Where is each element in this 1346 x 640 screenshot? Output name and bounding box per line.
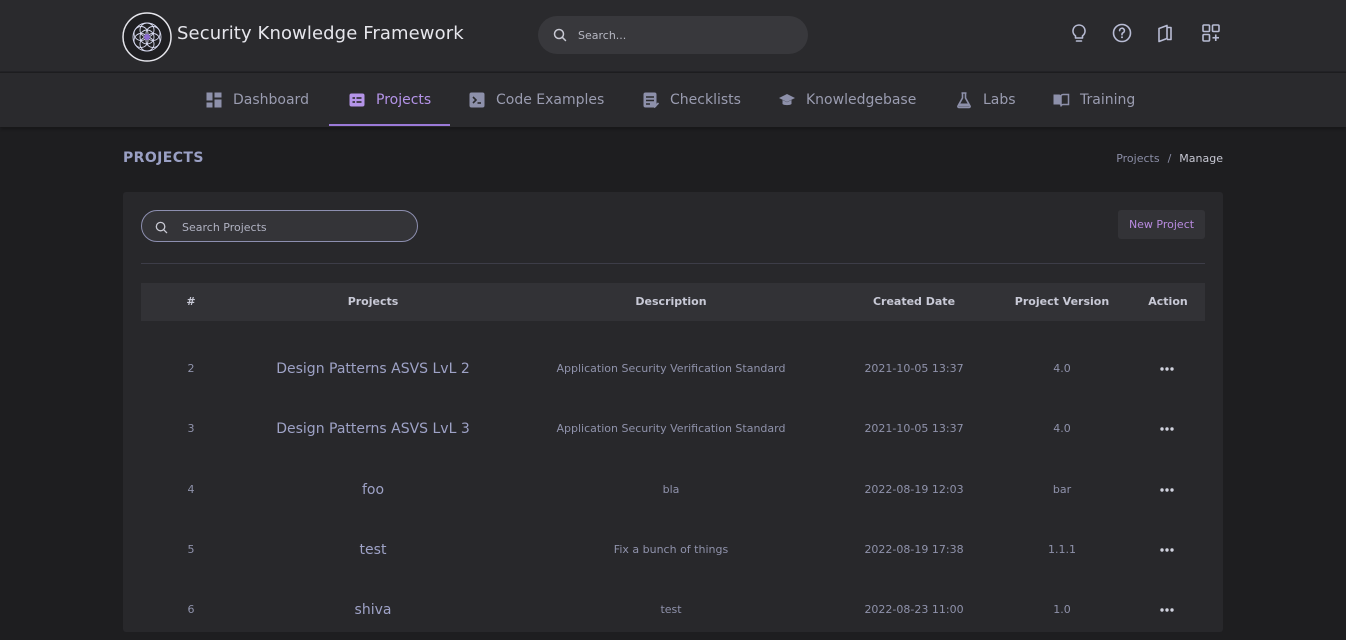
project-search-input[interactable] <box>182 217 407 237</box>
project-description: Application Security Verification Standa… <box>556 362 786 375</box>
table-row[interactable]: 5 test Fix a bunch of things 2022-08-19 … <box>141 520 1205 580</box>
table-header: # Projects Description Created Date Proj… <box>141 283 1205 321</box>
created-date: 2021-10-05 13:37 <box>864 362 964 375</box>
dashboard-icon <box>206 92 222 108</box>
row-number: 3 <box>187 422 195 435</box>
project-name-link[interactable]: foo <box>261 460 485 520</box>
checklist-icon <box>643 92 660 109</box>
created-date: 2021-10-05 13:37 <box>864 422 964 435</box>
project-name-link[interactable]: Design Patterns ASVS LvL 2 <box>261 339 485 399</box>
project-version: 4.0 <box>1053 422 1071 435</box>
global-search-input[interactable] <box>578 25 793 45</box>
project-description: Fix a bunch of things <box>613 543 729 556</box>
search-icon <box>553 28 567 42</box>
brand-title[interactable]: Security Knowledge Framework <box>177 23 464 44</box>
projects-card: New Project # Projects Description Creat… <box>123 192 1223 632</box>
book-icon[interactable] <box>1154 22 1176 44</box>
divider <box>141 263 1205 264</box>
nav-training[interactable]: Training <box>1052 73 1135 127</box>
row-number: 4 <box>187 483 195 496</box>
nav-checklists-label: Checklists <box>670 92 741 108</box>
breadcrumb-projects-link[interactable]: Projects <box>1116 152 1159 165</box>
nav-knowledgebase-label: Knowledgebase <box>806 92 917 108</box>
breadcrumb: Projects / Manage <box>1116 152 1223 165</box>
project-description: test <box>660 603 682 616</box>
nav-projects-label: Projects <box>376 92 432 108</box>
table-row[interactable]: 6 shiva test 2022-08-23 11:00 1.0 <box>141 580 1205 640</box>
new-project-button[interactable]: New Project <box>1118 210 1205 239</box>
more-actions-icon[interactable] <box>1159 544 1175 556</box>
lightbulb-icon[interactable] <box>1068 22 1090 44</box>
page-title: PROJECTS <box>123 150 204 166</box>
row-number: 2 <box>187 362 195 375</box>
nav-training-label: Training <box>1080 92 1136 108</box>
col-project-version: Project Version <box>1014 295 1110 308</box>
nav-projects[interactable]: Projects <box>348 73 431 127</box>
row-number: 6 <box>187 603 195 616</box>
active-tab-indicator <box>329 124 450 126</box>
skf-logo-icon[interactable] <box>122 12 172 62</box>
project-search[interactable] <box>141 210 418 242</box>
project-description: bla <box>662 483 680 496</box>
project-name-link[interactable]: shiva <box>261 580 485 640</box>
col-action: Action <box>1148 295 1188 308</box>
help-circle-icon[interactable] <box>1111 22 1133 44</box>
nav-code-examples-label: Code Examples <box>496 92 605 108</box>
breadcrumb-separator: / <box>1167 152 1172 165</box>
created-date: 2022-08-19 17:38 <box>864 543 964 556</box>
table-row[interactable]: 3 Design Patterns ASVS LvL 3 Application… <box>141 399 1205 459</box>
project-description: Application Security Verification Standa… <box>556 422 786 435</box>
graduation-cap-icon <box>779 94 795 106</box>
project-version: 4.0 <box>1053 362 1071 375</box>
global-search[interactable] <box>538 16 808 54</box>
apps-icon[interactable] <box>1200 22 1222 44</box>
flask-icon <box>957 92 971 109</box>
projects-icon <box>349 93 365 107</box>
more-actions-icon[interactable] <box>1159 604 1175 616</box>
nav-labs[interactable]: Labs <box>955 73 1016 127</box>
more-actions-icon[interactable] <box>1159 423 1175 435</box>
nav-labs-label: Labs <box>983 92 1016 108</box>
nav-dashboard[interactable]: Dashboard <box>205 73 309 127</box>
table-row[interactable]: 4 foo bla 2022-08-19 12:03 bar <box>141 460 1205 520</box>
row-number: 5 <box>187 543 195 556</box>
more-actions-icon[interactable] <box>1159 363 1175 375</box>
project-name-link[interactable]: Design Patterns ASVS LvL 3 <box>261 399 485 459</box>
project-version: 1.0 <box>1053 603 1071 616</box>
table-row[interactable]: 2 Design Patterns ASVS LvL 2 Application… <box>141 339 1205 399</box>
nav-checklists[interactable]: Checklists <box>642 73 741 127</box>
created-date: 2022-08-19 12:03 <box>864 483 964 496</box>
search-icon <box>155 221 168 234</box>
breadcrumb-current: Manage <box>1179 152 1223 165</box>
top-bar: Security Knowledge Framework <box>0 0 1346 72</box>
code-icon <box>469 92 485 108</box>
more-actions-icon[interactable] <box>1159 484 1175 496</box>
nav-code-examples[interactable]: Code Examples <box>468 73 604 127</box>
book-open-icon <box>1053 93 1070 107</box>
project-name-link[interactable]: test <box>261 520 485 580</box>
nav-dashboard-label: Dashboard <box>233 92 309 108</box>
project-version: bar <box>1052 483 1072 496</box>
project-version: 1.1.1 <box>1048 543 1076 556</box>
col-created-date: Created Date <box>872 295 956 308</box>
col-number: # <box>186 295 196 308</box>
col-description: Description <box>635 295 707 308</box>
created-date: 2022-08-23 11:00 <box>864 603 964 616</box>
col-projects: Projects <box>347 295 399 308</box>
nav-knowledgebase[interactable]: Knowledgebase <box>778 73 916 127</box>
main-nav: Dashboard Projects Code Examples Checkli… <box>0 73 1346 127</box>
